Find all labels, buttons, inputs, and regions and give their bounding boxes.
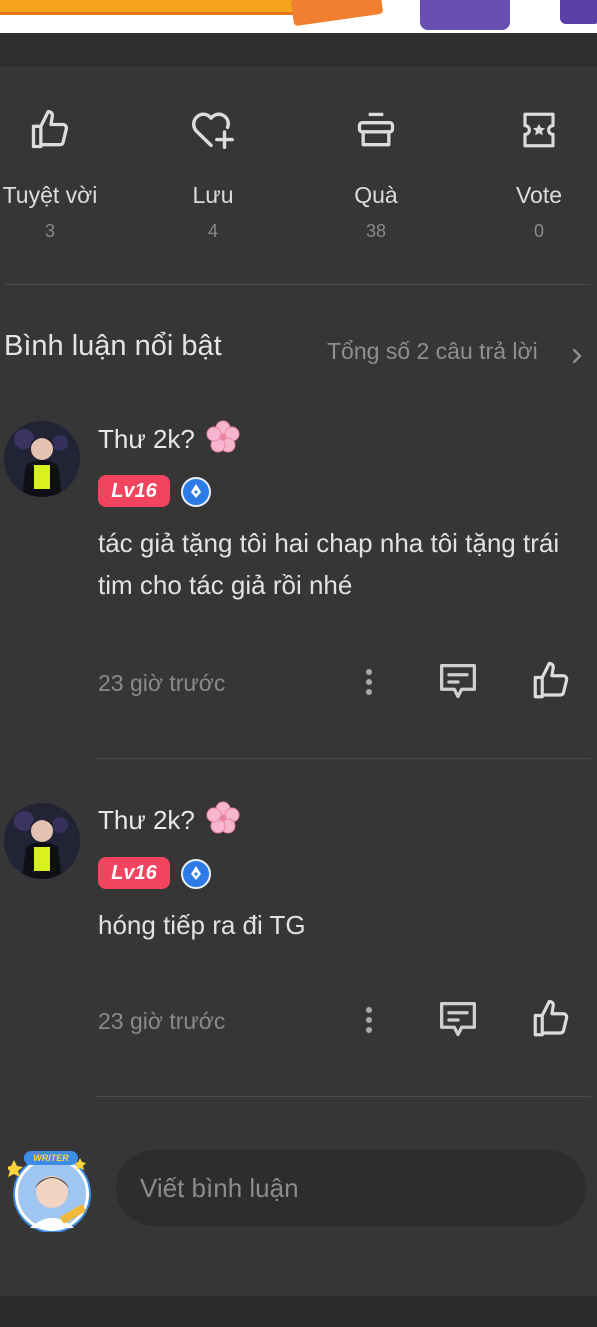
action-label: Tuyệt vời: [2, 182, 98, 208]
divider: [4, 284, 591, 285]
like-icon[interactable]: [530, 660, 572, 707]
chevron-right-icon[interactable]: [570, 345, 584, 372]
reply-comment-icon[interactable]: [436, 1000, 480, 1045]
action-label: Lưu: [192, 182, 234, 208]
comment-text: hóng tiếp ra đi TG: [98, 910, 306, 940]
divider: [96, 758, 591, 759]
action-count: 4: [207, 221, 218, 241]
username-text: Thư 2k?: [98, 805, 195, 835]
level-badge: Lv16: [98, 857, 170, 889]
cherry-blossom-icon: [206, 420, 240, 461]
more-options-icon[interactable]: [358, 664, 380, 700]
action-count: 3: [44, 221, 55, 241]
bottom-bar: [0, 1296, 597, 1327]
vote-ticket-icon: [479, 100, 597, 160]
banner-decoration: [290, 0, 384, 27]
username-text: Thư 2k?: [98, 424, 195, 454]
action-gift-button[interactable]: Quà 38: [316, 100, 436, 242]
banner-decoration: [420, 0, 510, 30]
action-label: Quà: [354, 182, 398, 208]
action-count: 0: [533, 221, 544, 241]
action-bar: Tuyệt vời 3 Lưu 4 Quà 38 Vote 0: [0, 100, 597, 250]
reply-comment-icon[interactable]: [436, 662, 480, 707]
writer-pen-icon: [181, 859, 211, 889]
writer-badge-text: WRITER: [33, 1153, 69, 1163]
action-label: Vote: [515, 182, 563, 208]
level-badge: Lv16: [98, 475, 170, 507]
total-replies-link[interactable]: Tổng số 2 câu trả lời: [327, 338, 538, 365]
thumbs-up-icon: [0, 100, 110, 160]
top-banner: [0, 0, 597, 33]
comment-timestamp: 23 giờ trước: [98, 1008, 226, 1034]
current-user-avatar[interactable]: WRITER: [5, 1150, 94, 1233]
more-options-icon[interactable]: [358, 1002, 380, 1038]
like-icon[interactable]: [530, 998, 572, 1045]
comment-timestamp: 23 giờ trước: [98, 670, 226, 696]
comment-username[interactable]: Thư 2k?: [98, 420, 240, 461]
writer-pen-icon: [181, 477, 211, 507]
action-count: 38: [365, 221, 387, 241]
action-great-button[interactable]: Tuyệt vời 3: [0, 100, 110, 242]
divider: [96, 1096, 591, 1097]
heart-plus-icon: [153, 100, 273, 160]
gift-icon: [316, 100, 436, 160]
banner-stripe: [0, 0, 300, 15]
comment-text: tác giả tặng tôi hai chap nha tôi tặng t…: [98, 528, 560, 600]
action-save-button[interactable]: Lưu 4: [153, 100, 273, 242]
action-vote-button[interactable]: Vote 0: [479, 100, 597, 242]
section-separator: [0, 33, 597, 67]
comment-input[interactable]: Viết bình luận: [116, 1150, 586, 1226]
cherry-blossom-icon: [206, 801, 240, 842]
avatar[interactable]: [4, 421, 80, 497]
banner-decoration: [560, 0, 597, 24]
comment-username[interactable]: Thư 2k?: [98, 801, 240, 842]
comments-section-title: Bình luận nổi bật: [4, 330, 222, 362]
avatar[interactable]: [4, 803, 80, 879]
